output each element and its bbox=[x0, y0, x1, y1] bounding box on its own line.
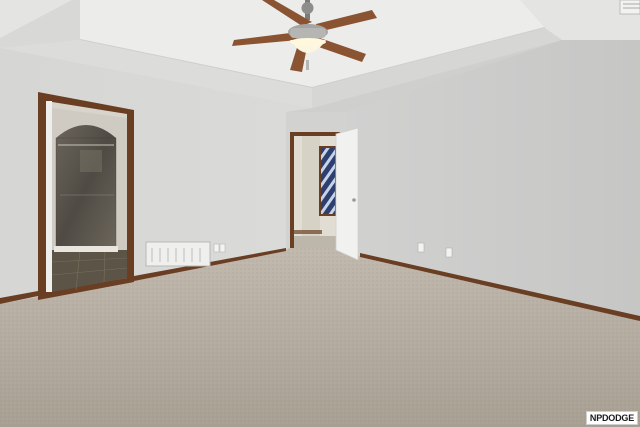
room-photo: NPDODGE bbox=[0, 0, 640, 427]
bathroom-doorway bbox=[38, 92, 134, 300]
floor-vent bbox=[145, 241, 211, 267]
room-illustration bbox=[0, 0, 640, 427]
watermark-label: NPDODGE bbox=[585, 411, 638, 425]
outlet-right-2 bbox=[445, 247, 453, 258]
outlet-right-1 bbox=[417, 242, 425, 253]
outlet-left-2 bbox=[219, 243, 226, 253]
open-door bbox=[335, 127, 359, 261]
center-doorway bbox=[290, 132, 340, 248]
outlet-left bbox=[213, 243, 220, 253]
